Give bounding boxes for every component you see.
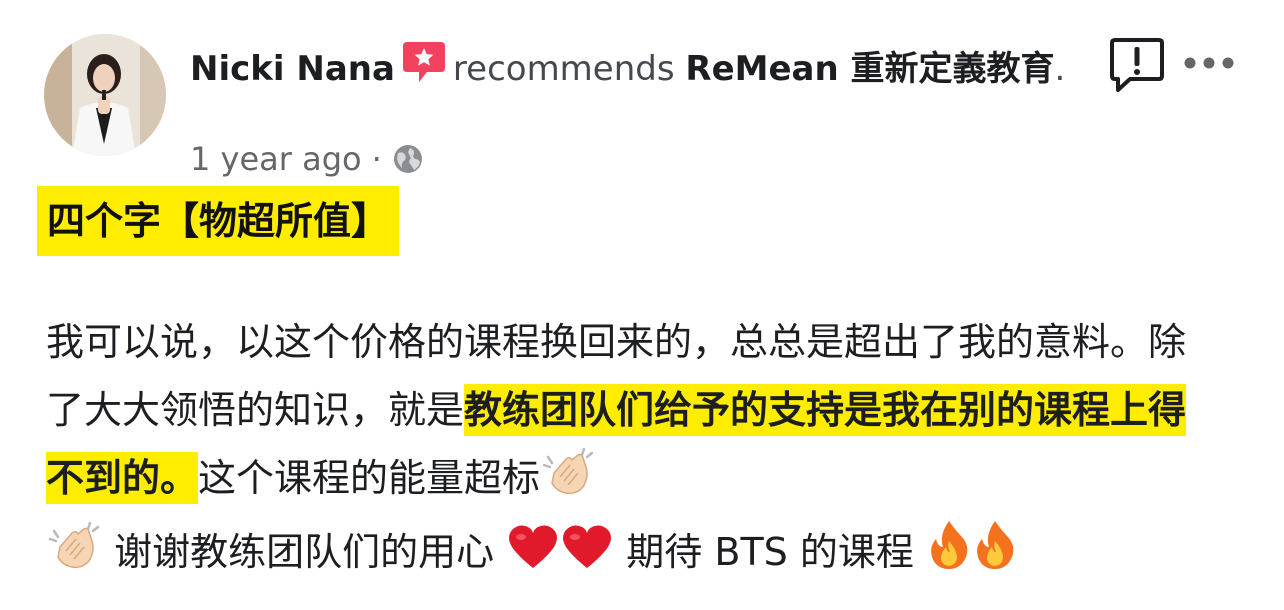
post-timestamp[interactable]: 1 year ago <box>190 138 362 180</box>
post-body: 我可以说，以这个价格的课程换回来的，总总是超出了我的意料。除了大大领悟的知识，就… <box>46 308 1206 592</box>
body-text-part2: 这个课程的能量超标 <box>198 456 541 500</box>
author-avatar[interactable] <box>44 34 166 156</box>
post-meta: 1 year ago · <box>190 138 424 180</box>
page-name-link[interactable]: ReMean 重新定義教育 <box>685 49 1054 89</box>
fire-emoji <box>926 519 972 592</box>
globe-icon <box>392 143 424 175</box>
report-button[interactable] <box>1108 36 1166 94</box>
more-options-button[interactable] <box>1182 50 1236 76</box>
post-headline: 四个字【物超所值】 <box>37 186 400 256</box>
avatar-photo <box>44 34 166 156</box>
red-heart-emoji <box>560 523 614 592</box>
body-text-part4: 期待 BTS 的课程 <box>626 530 914 574</box>
post-header: Nicki Nana recommends ReMean 重新定義教育. <box>190 40 1080 96</box>
meta-separator: · <box>371 140 382 178</box>
more-options-icon <box>1184 57 1234 69</box>
header-period: . <box>1054 49 1066 89</box>
clapping-hands-emoji <box>46 521 102 592</box>
recommend-verb: recommends <box>452 49 675 89</box>
report-icon <box>1110 38 1164 92</box>
body-text-part3: 谢谢教练团队们的用心 <box>114 530 495 574</box>
red-heart-emoji <box>506 523 560 592</box>
author-name[interactable]: Nicki Nana <box>190 49 395 89</box>
recommend-badge-icon <box>401 40 447 96</box>
fire-emoji <box>972 519 1018 592</box>
clapping-hands-emoji <box>540 447 596 518</box>
